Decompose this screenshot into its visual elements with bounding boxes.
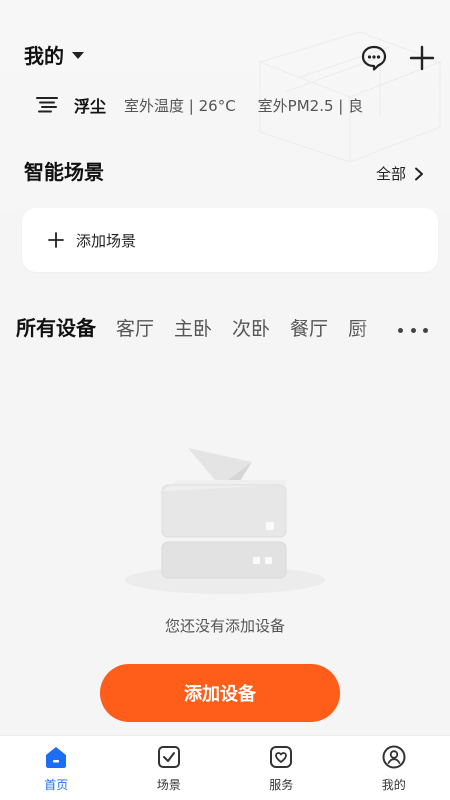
add-scene-label: 添加场景 <box>76 231 137 250</box>
tabs-fade-overlay <box>356 312 402 348</box>
room-tabs: 所有设备 客厅 主卧 次卧 餐厅 厨 <box>16 312 396 341</box>
chevron-right-icon <box>415 167 423 180</box>
plus-icon <box>48 232 64 248</box>
tab-second-bedroom[interactable]: 次卧 <box>232 314 270 341</box>
nav-label-services: 服务 <box>269 778 294 792</box>
scenes-section-title: 智能场景 <box>24 160 104 184</box>
nav-label-profile: 我的 <box>381 778 406 792</box>
more-dot-icon <box>410 327 416 333</box>
caret-down-icon <box>72 52 84 59</box>
plus-icon <box>409 45 435 71</box>
weather-info: 浮尘 室外温度 | 26°C 室外PM2.5 | 良 <box>36 93 363 117</box>
more-rooms-button[interactable] <box>398 318 428 342</box>
bottom-navigation: 首页 场景 服务 我的 <box>0 735 450 800</box>
message-button[interactable] <box>359 43 389 73</box>
empty-devices-illustration <box>125 448 325 594</box>
home-name: 我的 <box>24 44 64 68</box>
tab-all-devices[interactable]: 所有设备 <box>16 312 96 341</box>
service-icon <box>270 746 293 768</box>
view-all-label: 全部 <box>375 165 406 183</box>
scene-icon <box>157 746 180 768</box>
add-device-button[interactable]: 添加设备 <box>100 664 340 722</box>
add-button[interactable] <box>407 43 437 73</box>
more-dot-icon <box>398 327 403 333</box>
tab-dining-room[interactable]: 餐厅 <box>290 314 328 341</box>
home-selector[interactable]: 我的 <box>24 40 84 69</box>
nav-item-profile[interactable]: 我的 <box>338 736 450 800</box>
empty-state-message: 您还没有添加设备 <box>164 617 285 635</box>
chat-bubble-icon <box>361 45 387 71</box>
nav-label-home: 首页 <box>44 778 69 792</box>
outdoor-temperature: 室外温度 | 26°C <box>124 96 236 115</box>
outdoor-pm25: 室外PM2.5 | 良 <box>257 96 364 115</box>
add-scene-card[interactable]: 添加场景 <box>22 208 438 272</box>
weather-condition: 浮尘 <box>74 97 107 116</box>
tab-master-bedroom[interactable]: 主卧 <box>174 314 212 341</box>
dust-weather-icon <box>36 97 58 113</box>
more-dot-icon <box>423 327 428 333</box>
view-all-scenes-link[interactable]: 全部 <box>376 163 424 184</box>
home-icon <box>46 747 67 768</box>
app-screen: 我的 浮尘 室外温度 | 26°C 室外PM2.5 | 良 智能场景 全部 添加… <box>0 0 450 800</box>
nav-label-scenes: 场景 <box>156 778 181 792</box>
nav-item-home[interactable]: 首页 <box>0 736 113 800</box>
nav-item-scenes[interactable]: 场景 <box>113 736 226 800</box>
nav-item-services[interactable]: 服务 <box>225 736 338 800</box>
tab-living-room[interactable]: 客厅 <box>116 314 154 341</box>
profile-icon <box>382 745 406 769</box>
